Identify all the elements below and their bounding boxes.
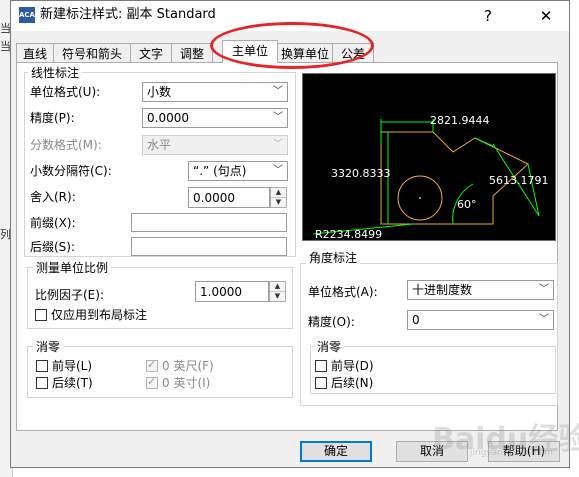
prefix-label: 前缀(X): — [30, 216, 76, 230]
chevron-down-icon: ﹀ — [273, 165, 283, 176]
dimension-preview: 2821.9444 3320.8333 5613.1791 60° R2234.… — [302, 73, 556, 241]
angular-trailing-checkbox[interactable] — [315, 377, 327, 389]
chevron-down-icon: ﹀ — [273, 112, 283, 123]
leading-zero-label: 前导(L) — [52, 359, 93, 373]
linear-dimensions-title: 线性标注 — [28, 66, 83, 80]
angular-unit-format-select[interactable]: 十进制度数 ﹀ — [407, 280, 554, 300]
fraction-format-label: 分数格式(M): — [30, 138, 102, 152]
layout-only-checkbox[interactable] — [35, 309, 47, 321]
round-off-input[interactable] — [188, 187, 270, 208]
baidu-watermark-url: jingyan.baidu.com — [470, 448, 554, 458]
zero-inches-label: 0 英寸(I) — [162, 376, 211, 390]
suffix-input-box[interactable] — [132, 238, 286, 255]
round-off-input-box[interactable] — [189, 188, 269, 207]
spin-down-icon[interactable]: ▼ — [270, 292, 285, 301]
angular-dimensions-title: 角度标注 — [306, 251, 361, 265]
round-off-label: 舍入(R): — [30, 190, 76, 204]
suffix-input[interactable] — [131, 237, 287, 256]
scale-factor-label: 比例因子(E): — [35, 288, 104, 302]
chevron-down-icon: ﹀ — [539, 314, 549, 325]
zero-suppression-linear-title: 消零 — [33, 340, 64, 354]
fraction-format-value: 水平 — [147, 138, 172, 152]
angular-trailing-label: 后续(N) — [331, 376, 374, 390]
angular-leading-checkbox[interactable] — [315, 360, 327, 372]
leading-zero-checkbox[interactable] — [36, 360, 48, 372]
scale-factor-input[interactable] — [195, 281, 269, 302]
precision-value: 0.0000 — [147, 111, 189, 125]
scale-factor-input-box[interactable] — [196, 282, 268, 301]
autocad-app-icon: ACAD — [19, 7, 41, 23]
prefix-input[interactable] — [131, 213, 287, 232]
fraction-format-select[interactable]: 水平 ﹀ — [142, 135, 288, 155]
angular-precision-label: 精度(O): — [308, 315, 355, 329]
angle-text: 60° — [457, 198, 477, 211]
decimal-separator-label: 小数分隔符(C): — [30, 164, 112, 178]
prefix-input-box[interactable] — [132, 214, 286, 231]
angular-unit-format-label: 单位格式(A): — [308, 285, 378, 299]
layout-only-label: 仅应用到布局标注 — [51, 308, 148, 322]
precision-select[interactable]: 0.0000 ﹀ — [142, 108, 288, 128]
decimal-separator-value: “.” (句点) — [193, 164, 247, 178]
precision-label: 精度(P): — [30, 111, 75, 125]
unit-format-label: 单位格式(U): — [30, 85, 101, 99]
spin-up-icon[interactable]: ▲ — [271, 188, 286, 198]
chevron-down-icon: ﹀ — [273, 86, 283, 97]
unit-format-value: 小数 — [147, 85, 172, 99]
dim-text-left: 3320.8333 — [331, 167, 391, 180]
decimal-separator-select[interactable]: “.” (句点) ﹀ — [188, 161, 288, 181]
round-off-spinner[interactable]: ▲ ▼ — [270, 187, 287, 208]
spin-down-icon[interactable]: ▼ — [271, 198, 286, 207]
tab-text[interactable]: 文字 — [130, 43, 172, 63]
hole-center — [419, 197, 421, 199]
chevron-down-icon: ﹀ — [539, 284, 549, 295]
annotation-circle — [210, 22, 374, 69]
help-title-button[interactable]: ? — [473, 4, 503, 28]
trailing-zero-label: 后续(T) — [52, 376, 93, 390]
dialog-title: 新建标注样式: 副本 Standard — [40, 7, 216, 22]
spin-up-icon[interactable]: ▲ — [270, 282, 285, 292]
close-button[interactable]: ✕ — [530, 4, 562, 28]
unit-format-select[interactable]: 小数 ﹀ — [142, 82, 288, 102]
angular-leading-label: 前导(D) — [331, 359, 374, 373]
zero-feet-label: 0 英尺(F) — [162, 359, 214, 373]
zero-suppression-angular-title: 消零 — [314, 340, 345, 354]
angular-precision-value: 0 — [412, 313, 420, 327]
zero-inches-checkbox[interactable] — [146, 375, 158, 389]
ok-button[interactable]: 确定 — [300, 441, 372, 462]
dim-text-top: 2821.9444 — [430, 114, 490, 127]
trailing-zero-checkbox[interactable] — [36, 377, 48, 389]
tab-symbols-arrows[interactable]: 符号和箭头 — [53, 43, 131, 63]
ext-line — [474, 137, 494, 147]
zero-feet-checkbox[interactable] — [146, 358, 158, 372]
tab-fit[interactable]: 调整 — [171, 43, 213, 63]
angular-precision-select[interactable]: 0 ﹀ — [407, 310, 554, 330]
dim-text-right: 5613.1791 — [489, 174, 549, 187]
scale-factor-spinner[interactable]: ▲ ▼ — [269, 281, 286, 302]
preview-drawing: 2821.9444 3320.8333 5613.1791 60° R2234.… — [312, 114, 549, 241]
radius-text: R2234.8499 — [315, 228, 382, 240]
angular-unit-format-value: 十进制度数 — [412, 283, 473, 297]
chevron-down-icon: ﹀ — [273, 139, 283, 150]
suffix-label: 后缀(S): — [30, 240, 76, 254]
tab-lines[interactable]: 直线 — [16, 43, 54, 63]
measurement-scale-title: 测量单位比例 — [33, 261, 112, 275]
